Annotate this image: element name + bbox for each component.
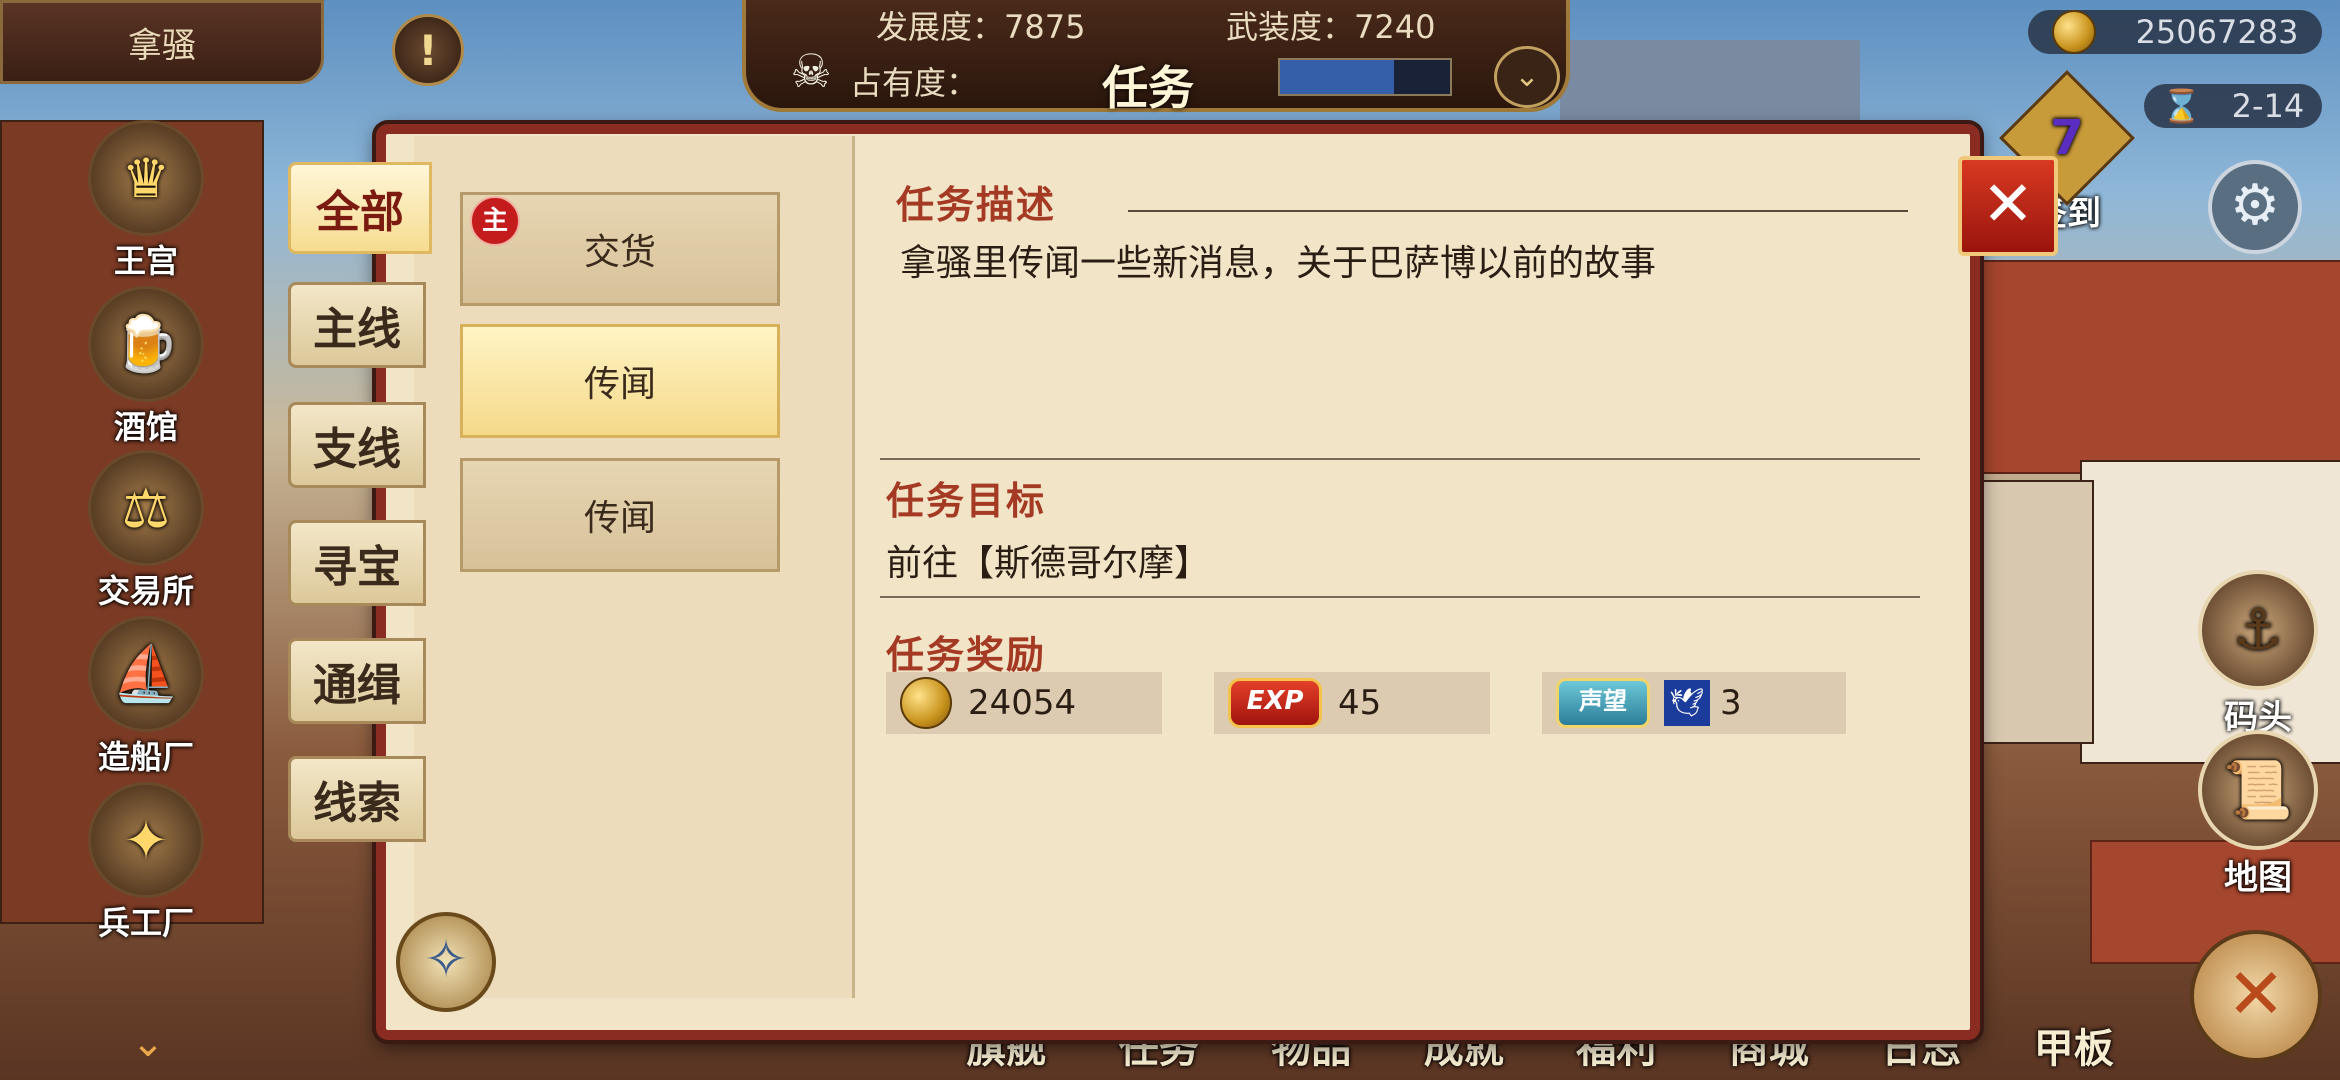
description-text: 拿骚里传闻一些新消息，关于巴萨博以前的故事 bbox=[900, 243, 1657, 284]
city-name-tab[interactable]: 拿骚 bbox=[0, 0, 324, 84]
tab-all[interactable]: 全部 bbox=[288, 162, 432, 254]
tab-main[interactable]: 主线 bbox=[288, 282, 426, 368]
reward-gold-amount: 24054 bbox=[968, 683, 1077, 723]
cannon-icon: ✦ bbox=[88, 782, 204, 898]
quest-item-rumor-selected[interactable]: 传闻 bbox=[460, 324, 780, 438]
quest-item-label: 传闻 bbox=[583, 364, 656, 405]
chevron-down-icon[interactable]: ⌄ bbox=[1494, 46, 1560, 108]
main-quest-badge: 主 bbox=[470, 196, 520, 246]
exp-icon: EXP bbox=[1228, 678, 1322, 728]
reward-exp-amount: 45 bbox=[1338, 683, 1382, 723]
scales-icon: ⚖ bbox=[88, 450, 204, 566]
tab-clues[interactable]: 线索 bbox=[288, 756, 426, 842]
armament-label: 武装度 bbox=[1226, 8, 1323, 46]
map-label: 地图 bbox=[2224, 858, 2292, 898]
expand-chevron-icon[interactable]: ⌄ bbox=[118, 1020, 178, 1070]
divider bbox=[880, 596, 1920, 598]
nav-deck[interactable]: 甲板 bbox=[1998, 1016, 2151, 1080]
reward-title: 任务奖励 bbox=[886, 633, 1047, 677]
description-title: 任务描述 bbox=[896, 183, 1057, 227]
date-indicator: ⌛ 2-14 bbox=[2144, 84, 2322, 128]
page-title: 任务 bbox=[1102, 61, 1194, 115]
map-button[interactable]: 📜 地图 bbox=[2188, 730, 2328, 899]
sidebar-item-shipyard[interactable]: ⛵ 造船厂 bbox=[84, 616, 208, 778]
development-label: 发展度 bbox=[876, 8, 973, 46]
quest-item-rumor[interactable]: 传闻 bbox=[460, 458, 780, 572]
sidebar-item-label: 造船厂 bbox=[97, 738, 194, 776]
crossed-swords-icon[interactable]: ✕ bbox=[2190, 930, 2322, 1062]
hourglass-icon: ⌛ bbox=[2161, 87, 2202, 125]
beer-mug-icon: 🍺 bbox=[88, 286, 204, 402]
development-stat: 发展度：7875 bbox=[876, 8, 1086, 46]
occupancy-label: 占有度 bbox=[850, 64, 947, 102]
dock-icon: ⚓ bbox=[2198, 570, 2318, 690]
tab-wanted[interactable]: 通缉 bbox=[288, 638, 426, 724]
tab-treasure[interactable]: 寻宝 bbox=[288, 520, 426, 606]
sidebar-item-label: 酒馆 bbox=[113, 408, 178, 446]
reward-reputation: 声望 🕊 3 bbox=[1542, 672, 1846, 734]
sidebar-item-tavern[interactable]: 🍺 酒馆 bbox=[84, 286, 208, 448]
close-button[interactable]: ✕ bbox=[1958, 156, 2058, 256]
occupancy-bar bbox=[1278, 58, 1452, 96]
crown-icon: ♛ bbox=[88, 120, 204, 236]
reward-exp: EXP 45 bbox=[1214, 672, 1490, 734]
city-stats-panel: 发展度：7875 武装度：7240 ☠ 占有度： 任务 ⌄ bbox=[742, 0, 1570, 115]
development-value: 7875 bbox=[1004, 8, 1086, 46]
occupancy-stat: 占有度： bbox=[850, 64, 979, 102]
exclamation-icon: ! bbox=[418, 25, 438, 75]
sidebar-item-label: 王宫 bbox=[113, 242, 178, 280]
sidebar-item-label: 交易所 bbox=[97, 572, 194, 610]
armament-value: 7240 bbox=[1354, 8, 1436, 46]
sidebar-item-arsenal[interactable]: ✦ 兵工厂 bbox=[84, 782, 208, 944]
gear-icon[interactable]: ⚙ bbox=[2208, 160, 2302, 254]
quest-item-label: 传闻 bbox=[583, 498, 656, 539]
date-value: 2-14 bbox=[2231, 87, 2305, 125]
divider bbox=[1128, 210, 1908, 212]
objective-text: 前往【斯德哥尔摩】 bbox=[886, 543, 1211, 584]
alert-button[interactable]: ! bbox=[392, 14, 464, 86]
divider bbox=[880, 458, 1920, 460]
compass-icon: ✧ bbox=[396, 912, 496, 1012]
gold-amount: 25067283 bbox=[2135, 13, 2299, 51]
reputation-icon: 声望 bbox=[1556, 678, 1650, 728]
tab-side[interactable]: 支线 bbox=[288, 402, 426, 488]
gold-coin-icon bbox=[2051, 10, 2096, 54]
dove-flag-icon: 🕊 bbox=[1664, 680, 1710, 726]
armament-stat: 武装度：7240 bbox=[1226, 8, 1436, 46]
map-scroll-icon: 📜 bbox=[2198, 730, 2318, 850]
close-icon: ✕ bbox=[1982, 167, 2034, 240]
sidebar-item-exchange[interactable]: ⚖ 交易所 bbox=[84, 450, 208, 612]
ship-icon: ⛵ bbox=[88, 616, 204, 732]
city-name: 拿骚 bbox=[128, 25, 196, 66]
occupancy-percent bbox=[1280, 60, 1450, 94]
reward-gold: 24054 bbox=[886, 672, 1162, 734]
sidebar-item-palace[interactable]: ♛ 王宫 bbox=[84, 120, 208, 282]
gold-counter: 25067283 bbox=[2028, 10, 2322, 54]
sidebar-item-label: 兵工厂 bbox=[97, 904, 194, 942]
gold-coin-icon bbox=[900, 677, 952, 729]
dock-button[interactable]: ⚓ 码头 bbox=[2188, 570, 2328, 739]
quest-item-label: 交货 bbox=[583, 232, 656, 273]
reward-reputation-amount: 3 bbox=[1720, 683, 1742, 723]
objective-title: 任务目标 bbox=[886, 479, 1047, 523]
skull-crossbones-icon: ☠ bbox=[790, 44, 832, 98]
